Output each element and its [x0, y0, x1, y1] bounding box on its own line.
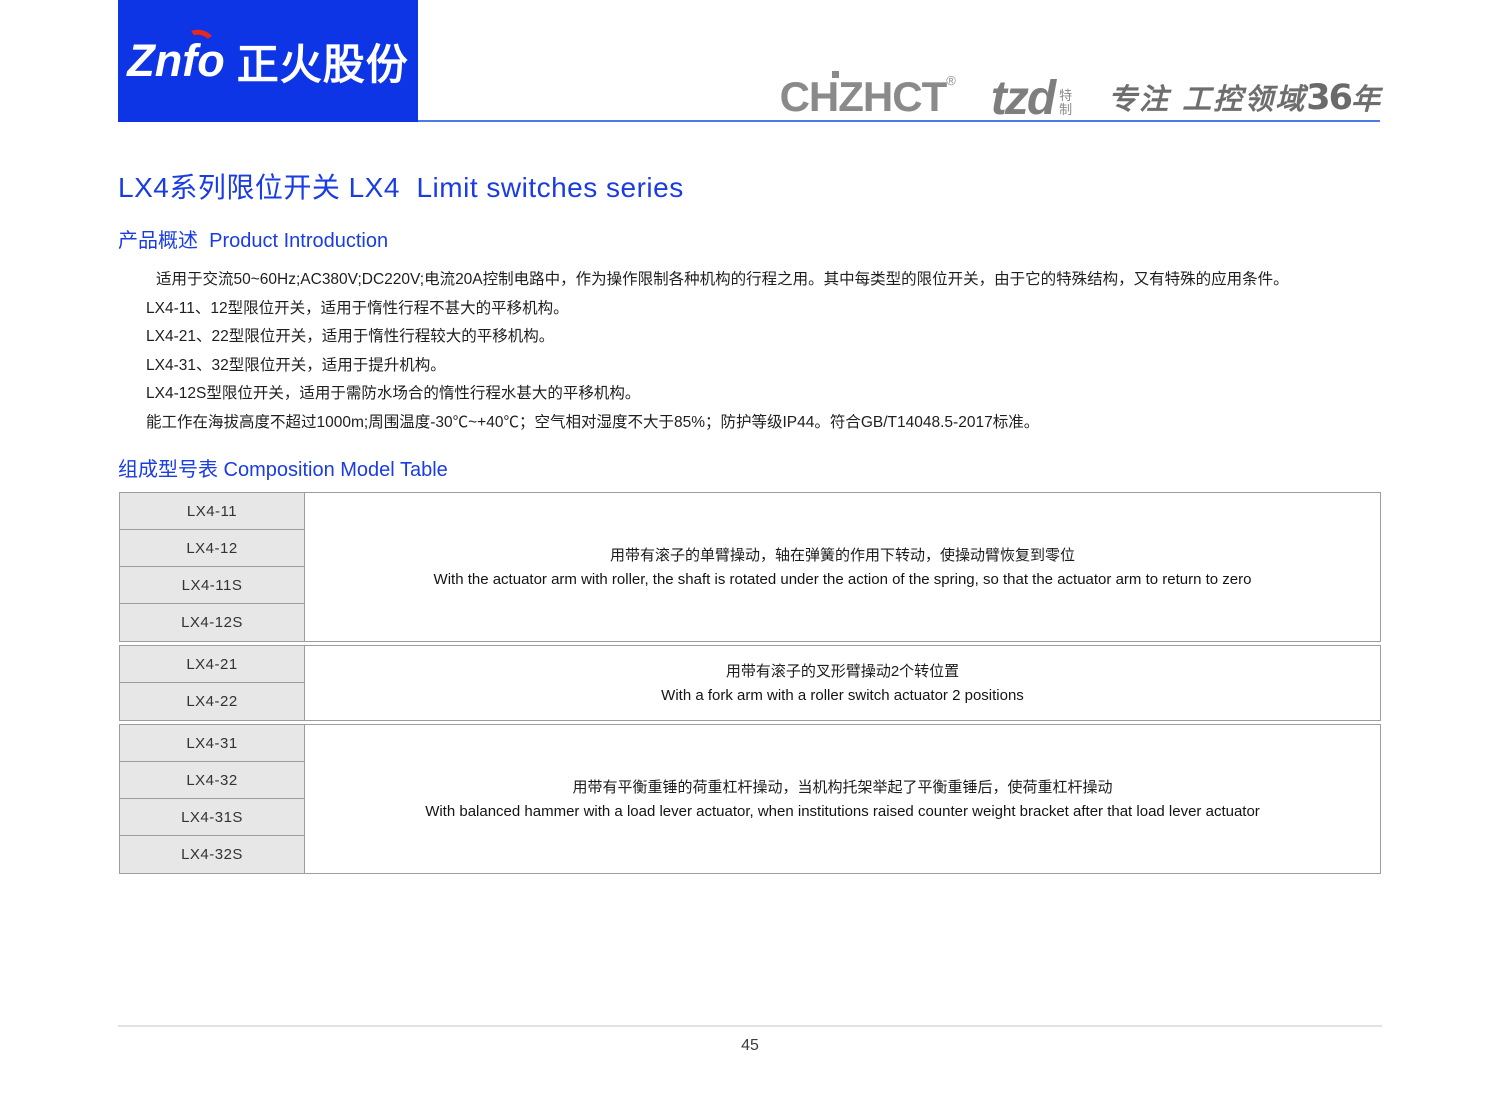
model-cell-lx4-32: LX4-32: [120, 762, 305, 799]
intro-paragraph: 适用于交流50~60Hz;AC380V;DC220V;电流20A控制电路中，作为…: [118, 266, 1408, 438]
table-group-fork-arm: LX4-21 LX4-22 用带有滚子的叉形臂操动2个转位置 With a fo…: [119, 645, 1381, 721]
header-slogan: 专注 工控领域36年: [1108, 81, 1382, 116]
description-en: With balanced hammer with a load lever a…: [425, 802, 1260, 820]
tzd-subscript-bottom: 制: [1059, 102, 1073, 117]
header-divider: [418, 120, 1380, 122]
model-cell-lx4-32s: LX4-32S: [120, 836, 305, 873]
intro-line: LX4-21、22型限位开关，适用于惰性行程较大的平移机构。: [146, 328, 555, 346]
description-cell: 用带有滚子的单臂操动，轴在弹簧的作用下转动，使操动臂恢复到零位 With the…: [305, 493, 1380, 641]
section-heading-composition-table: 组成型号表 Composition Model Table: [118, 459, 448, 481]
header-banner: Znfo 正火股份: [118, 0, 418, 122]
model-cell-lx4-31s: LX4-31S: [120, 799, 305, 836]
section-heading-product-introduction: 产品概述 Product Introduction: [118, 230, 389, 252]
slogan-prefix: 专注 工控领域: [1108, 82, 1307, 116]
tzd-logo-text: tzd: [990, 71, 1056, 125]
description-zh: 用带有平衡重锤的荷重杠杆操动，当机构托架举起了平衡重锤后，使荷重杠杆操动: [572, 778, 1113, 796]
model-cell-lx4-31: LX4-31: [120, 725, 305, 762]
table-group-load-lever: LX4-31 LX4-32 LX4-31S LX4-32S 用带有平衡重锤的荷重…: [119, 724, 1381, 874]
page-title: LX4系列限位开关 LX4 Limit switches series: [118, 172, 684, 203]
model-cell-lx4-12: LX4-12: [120, 530, 305, 567]
registered-trademark-mark: ®: [946, 73, 956, 88]
intro-line: LX4-31、32型限位开关，适用于提升机构。: [146, 356, 446, 374]
slogan-suffix: 年: [1350, 82, 1382, 116]
chzhct-logo: CHZHCT®: [779, 73, 956, 120]
description-cell: 用带有滚子的叉形臂操动2个转位置 With a fork arm with a …: [305, 646, 1380, 720]
footer-divider: [118, 1025, 1382, 1027]
description-zh: 用带有滚子的叉形臂操动2个转位置: [725, 662, 960, 680]
slogan-years-number: 36: [1306, 78, 1353, 118]
tzd-logo: tzd 特 制: [990, 71, 1072, 125]
description-cell: 用带有平衡重锤的荷重杠杆操动，当机构托架举起了平衡重锤后，使荷重杠杆操动 Wit…: [305, 725, 1380, 873]
model-cell-lx4-11: LX4-11: [120, 493, 305, 530]
company-name: 正火股份: [236, 40, 409, 88]
tzd-subscript: 特 制: [1059, 89, 1072, 117]
tzd-subscript-top: 特: [1059, 88, 1073, 103]
description-en: With the actuator arm with roller, the s…: [433, 570, 1252, 588]
header-partner-logos: CHZHCT® tzd 特 制 专注 工控领域36年: [779, 58, 1382, 125]
model-cell-lx4-11s: LX4-11S: [120, 567, 305, 604]
model-cell-lx4-21: LX4-21: [120, 646, 305, 683]
brand-logo: Znfo: [127, 26, 225, 87]
table-group-single-arm: LX4-11 LX4-12 LX4-11S LX4-12S 用带有滚子的单臂操动…: [119, 492, 1381, 642]
chzhct-logo-part1: CH: [779, 73, 840, 120]
chzhct-logo-z: Z: [838, 73, 864, 120]
description-en: With a fork arm with a roller switch act…: [661, 686, 1024, 704]
intro-line: 适用于交流50~60Hz;AC380V;DC220V;电流20A控制电路中，作为…: [156, 271, 1289, 288]
composition-table: LX4-11 LX4-12 LX4-11S LX4-12S 用带有滚子的单臂操动…: [119, 492, 1381, 874]
description-zh: 用带有滚子的单臂操动，轴在弹簧的作用下转动，使操动臂恢复到零位: [609, 546, 1075, 564]
catalog-page: Znfo 正火股份 CHZHCT® tzd 特 制 专注 工控领域36年 LX4…: [0, 0, 1500, 1098]
model-cell-lx4-22: LX4-22: [120, 683, 305, 720]
intro-line: LX4-12S型限位开关，适用于需防水场合的惰性行程水甚大的平移机构。: [146, 385, 641, 403]
intro-line: LX4-11、12型限位开关，适用于惰性行程不甚大的平移机构。: [146, 299, 569, 317]
chzhct-logo-part2: HCT: [862, 73, 947, 120]
intro-line: 能工作在海拔高度不超过1000m;周围温度-30℃~+40℃；空气相对湿度不大于…: [146, 413, 1040, 431]
model-cell-lx4-12s: LX4-12S: [120, 604, 305, 641]
page-number: 45: [741, 1037, 759, 1054]
